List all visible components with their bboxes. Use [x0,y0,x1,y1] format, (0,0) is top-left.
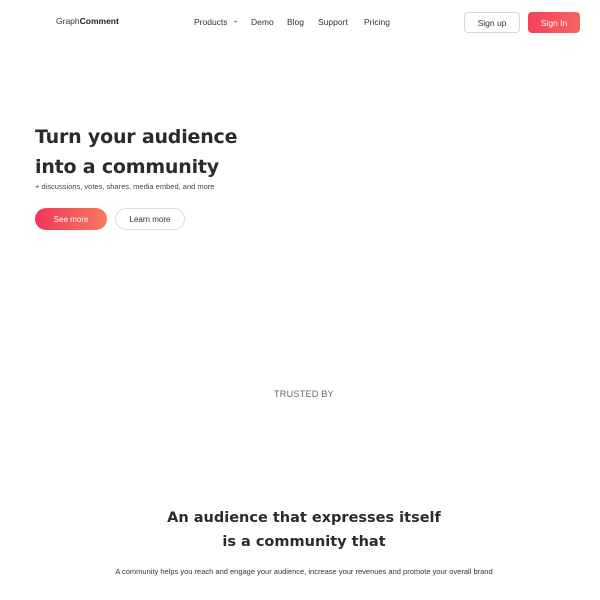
hero-subtitle: + discussions, votes, shares, media embe… [35,182,215,191]
learn-more-button[interactable]: Learn more [115,208,185,230]
nav-products-label: Products [194,17,228,27]
see-more-button[interactable]: See more [35,208,107,230]
nav-demo[interactable]: Demo [251,17,274,27]
hero-title-line2: into a community [35,156,219,178]
nav-pricing[interactable]: Pricing [364,17,390,27]
logo-bold: Comment [79,16,119,26]
sign-up-button[interactable]: Sign up [464,12,520,33]
section-title: An audience that expresses itself is a c… [0,506,600,554]
chevron-down-icon [233,20,238,23]
logo-prefix: Graph [56,16,80,26]
nav-support[interactable]: Support [318,17,348,27]
sign-in-button[interactable]: Sign In [528,12,580,33]
nav-blog[interactable]: Blog [287,17,304,27]
trusted-by-label: TRUSTED BY [273,389,334,399]
site-header: GraphComment Products Demo Blog Support … [0,0,600,44]
nav-products[interactable]: Products [194,17,238,27]
section-subtitle: A community helps you reach and engage y… [115,567,493,576]
section-title-line2: is a community that [222,534,386,550]
section-title-line1: An audience that expresses itself [167,510,441,526]
graphcomment-logo[interactable]: GraphComment [56,16,119,26]
hero-title-line1: Turn your audience [35,126,238,148]
hero-title: Turn your audience into a community [35,122,295,182]
